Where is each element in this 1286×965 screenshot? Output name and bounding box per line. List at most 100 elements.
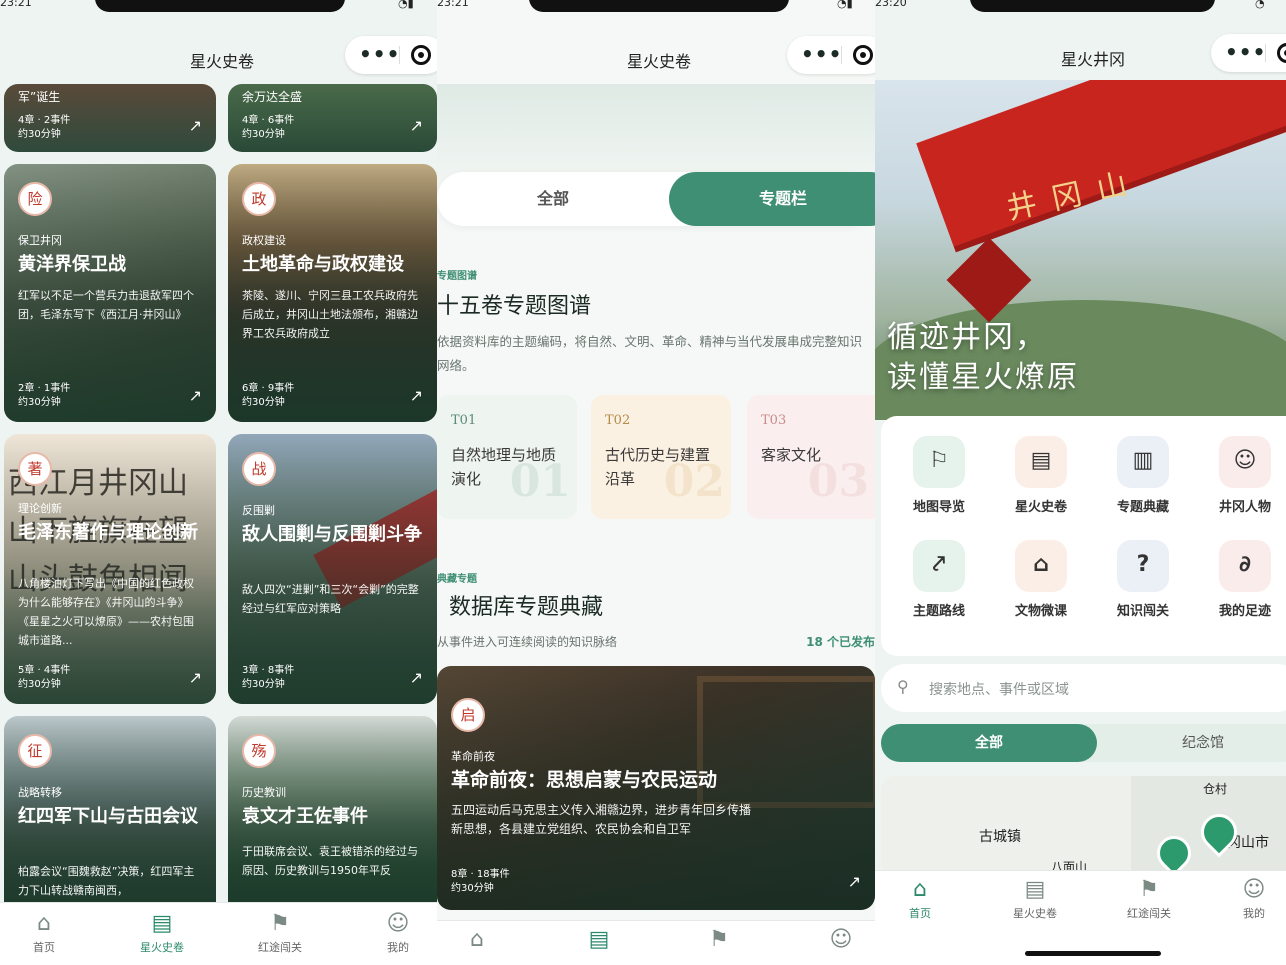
map-view[interactable]: 古城镇 冈山市 仓村 八面山 xyxy=(881,776,1286,876)
segment-all[interactable]: 全部 xyxy=(437,172,669,226)
section-tag: 专题图谱 xyxy=(437,271,477,282)
user-icon: ☺ xyxy=(1242,877,1266,902)
history-card[interactable]: 西江月井冈山山下旌旗在望山头鼓角相闻 著 理论创新 毛泽东著作与理论创新 八角楼… xyxy=(4,434,216,704)
history-card[interactable]: 殇 历史教训 袁文才王佐事件 于田联席会议、袁王被错杀的经过与原因、历史教训与1… xyxy=(228,716,437,916)
grid-quiz[interactable]: ? 知识闯关 xyxy=(1098,540,1188,619)
topic-number: 01 xyxy=(509,456,571,507)
tab-challenge[interactable]: ⚑ 红途闯关 xyxy=(1109,877,1189,921)
topic-card[interactable]: T01 自然地理与地质演化 01 xyxy=(437,395,577,519)
grid-history[interactable]: ▤ 星火史卷 xyxy=(996,436,1086,515)
history-card[interactable]: 政 政权建设 土地革命与政权建设 茶陵、遂川、宁冈三县工农兵政府先后成立，井冈山… xyxy=(228,164,437,422)
tab-label: 红途闯关 xyxy=(258,941,302,954)
mini-program-capsule[interactable]: ••• xyxy=(1211,34,1286,72)
more-icon[interactable]: ••• xyxy=(801,42,842,66)
card-badge: 启 xyxy=(451,698,485,732)
tab-challenge[interactable]: ⚑ 红途闯关 xyxy=(240,911,320,955)
topic-number: 02 xyxy=(663,456,725,507)
history-card[interactable]: 战 反围剿 敌人围剿与反围剿斗争 敌人四次“进剿”和三次“会剿”的完整经过与红军… xyxy=(228,434,437,704)
card-category: 革命前夜 xyxy=(451,750,495,763)
arrow-icon: ↗ xyxy=(409,116,423,135)
grid-routes[interactable]: ⤤ 主题路线 xyxy=(894,540,984,619)
mini-program-capsule[interactable]: ••• xyxy=(345,36,437,74)
flag-icon: ⚑ xyxy=(270,911,290,936)
person-icon: ☺ xyxy=(1219,436,1271,488)
close-mini-program-icon[interactable] xyxy=(853,45,873,65)
tab-home[interactable]: ⌂ 首页 xyxy=(4,911,84,955)
grid-topics[interactable]: ▥ 专题典藏 xyxy=(1098,436,1188,515)
tab-home[interactable]: ⌂ xyxy=(437,927,517,955)
shield-icon: ? xyxy=(1117,540,1169,592)
notch xyxy=(970,0,1215,12)
card-title: 土地革命与政权建设 xyxy=(242,254,404,275)
card-badge: 征 xyxy=(18,734,52,768)
mini-program-capsule[interactable]: ••• xyxy=(787,36,875,74)
tab-history[interactable]: ▤ xyxy=(559,927,639,955)
card-category: 保卫井冈 xyxy=(18,234,62,247)
scroll-icon: ▤ xyxy=(1015,436,1067,488)
more-icon[interactable]: ••• xyxy=(359,42,400,66)
segment-column[interactable]: 专题栏 xyxy=(669,172,875,226)
card-meta: 2章 · 1事件 约30分钟 xyxy=(18,382,70,410)
search-bar[interactable]: ⚲ 搜索地点、事件或区域 xyxy=(881,664,1286,712)
grid-label: 专题典藏 xyxy=(1116,500,1169,515)
grid-map-guide[interactable]: ⚐ 地图导览 xyxy=(894,436,984,515)
section-tag: 典藏专题 xyxy=(437,574,477,585)
grid-footprints[interactable]: ∂ 我的足迹 xyxy=(1200,540,1286,619)
tab-label: 我的 xyxy=(387,941,409,954)
tab-bar: ⌂ ▤ ⚑ ☺ xyxy=(437,920,875,965)
card-chapters: 8章 · 18事件 xyxy=(451,869,510,880)
close-mini-program-icon[interactable] xyxy=(411,45,431,65)
card-duration: 约30分钟 xyxy=(18,129,61,140)
status-bar: 23:20 ◔ xyxy=(875,0,1286,14)
card-description: 茶陵、遂川、宁冈三县工农兵政府先后成立，井冈山土地法颁布，湘赣边界工农兵政府成立 xyxy=(242,289,418,340)
more-icon[interactable]: ••• xyxy=(1225,40,1266,64)
topic-card[interactable]: T02 古代历史与建置沿革 02 xyxy=(591,395,731,519)
nav-bar: 星火井冈 ••• xyxy=(875,34,1286,80)
grid-label: 主题路线 xyxy=(912,604,965,619)
hero-title-line: 读懂星火燎原 xyxy=(887,360,1079,395)
history-card[interactable]: 征 战略转移 红四军下山与古田会议 柏露会议“围魏救赵”决策，红四军主力下山转战… xyxy=(4,716,216,916)
panel-topics: 23:21 ◔▮ 星火史卷 ••• 全部 专题栏 专题图谱 十五卷专题图谱 依据… xyxy=(437,0,875,965)
card-title: 余万达全盛 xyxy=(242,90,303,104)
user-icon: ☺ xyxy=(386,911,410,936)
tab-label: 星火史卷 xyxy=(140,941,184,954)
grid-people[interactable]: ☺ 井冈人物 xyxy=(1200,436,1286,515)
home-icon: ⌂ xyxy=(37,911,51,936)
section-title: 十五卷专题图谱 xyxy=(437,294,592,319)
section-description: 依据资料库的主题编码，将自然、文明、革命、精神与当代发展串成完整知识网络。 xyxy=(437,334,863,373)
history-card[interactable]: 余万达全盛 4章 · 6事件 约30分钟 ↗ xyxy=(228,84,437,152)
card-title: 毛泽东著作与理论创新 xyxy=(18,522,198,543)
arrow-icon: ↗ xyxy=(188,386,202,405)
filter-all[interactable]: 全部 xyxy=(881,724,1097,762)
segment-control: 全部 专题栏 xyxy=(437,172,875,226)
topic-card[interactable]: T03 客家文化 03 xyxy=(747,395,875,519)
museum-icon: ⌂ xyxy=(1015,540,1067,592)
tab-profile[interactable]: ☺ 我的 xyxy=(358,911,437,955)
card-chapters: 2章 · 1事件 xyxy=(18,383,71,394)
tab-profile[interactable]: ☺ xyxy=(801,927,875,955)
capsule-divider xyxy=(399,46,400,64)
capsule-divider xyxy=(841,46,842,64)
history-card[interactable]: 险 保卫井冈 黄洋界保卫战 红军以不足一个营兵力击退敌军四个团，毛泽东写下《西江… xyxy=(4,164,216,422)
page-title: 星火史卷 xyxy=(627,52,692,71)
feature-card[interactable]: 启 革命前夜 革命前夜：思想启蒙与农民运动 五四运动后马克思主义传入湘赣边界，进… xyxy=(437,666,875,910)
arrow-icon: ↗ xyxy=(847,872,861,891)
card-title: 敌人围剿与反围剿斗争 xyxy=(242,524,422,545)
tab-challenge[interactable]: ⚑ xyxy=(679,927,759,955)
tab-history[interactable]: ▤ 星火史卷 xyxy=(995,877,1075,921)
search-icon: ⚲ xyxy=(897,677,909,696)
card-meta: 6章 · 9事件 约30分钟 xyxy=(242,382,294,410)
filter-memorial[interactable]: 纪念馆 xyxy=(1113,724,1286,762)
panel-history-list: 23:21 ◔▮ 星火史卷 ••• 军”诞生 4章 · 2事件 约30分钟 ↗ 余… xyxy=(0,0,437,965)
tab-history[interactable]: ▤ 星火史卷 xyxy=(122,911,202,955)
scroll-icon: ▤ xyxy=(1024,877,1046,902)
history-card[interactable]: 军”诞生 4章 · 2事件 约30分钟 ↗ xyxy=(4,84,216,152)
card-duration: 约30分钟 xyxy=(242,397,285,408)
grid-label: 星火史卷 xyxy=(1014,500,1067,515)
tab-home[interactable]: ⌂ 首页 xyxy=(880,877,960,921)
grid-relics[interactable]: ⌂ 文物微课 xyxy=(996,540,1086,619)
close-mini-program-icon[interactable] xyxy=(1277,43,1286,63)
card-description: 八角楼油灯下写出《中国的红色政权为什么能够存在》《井冈山的斗争》《星星之火可以燎… xyxy=(18,577,194,647)
route-icon: ⤤ xyxy=(913,540,965,592)
tab-profile[interactable]: ☺ 我的 xyxy=(1224,877,1284,921)
